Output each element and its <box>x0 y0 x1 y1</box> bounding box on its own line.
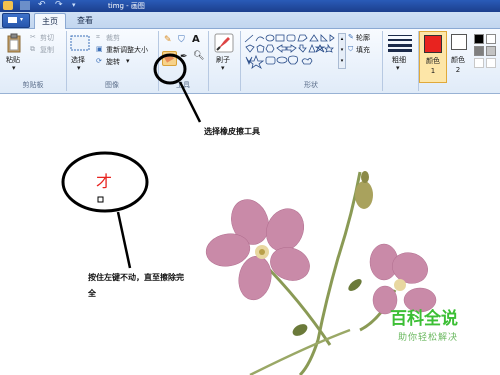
eraser-hint-text: 选择橡皮擦工具 <box>204 127 260 136</box>
erase-hint-text: 按住左键不动，直至擦除完全 <box>88 273 184 298</box>
red-handwritten-mark: 才 <box>96 172 113 191</box>
erase-callout-line <box>116 211 132 269</box>
watermark-subtitle: 助你轻松解决 <box>397 333 458 343</box>
flower-image <box>205 171 437 375</box>
eraser-cursor <box>97 196 104 203</box>
watermark-title: 百科全说 <box>390 309 458 329</box>
eraser-callout-line <box>178 81 202 123</box>
eraser-highlight-circle <box>153 53 187 85</box>
